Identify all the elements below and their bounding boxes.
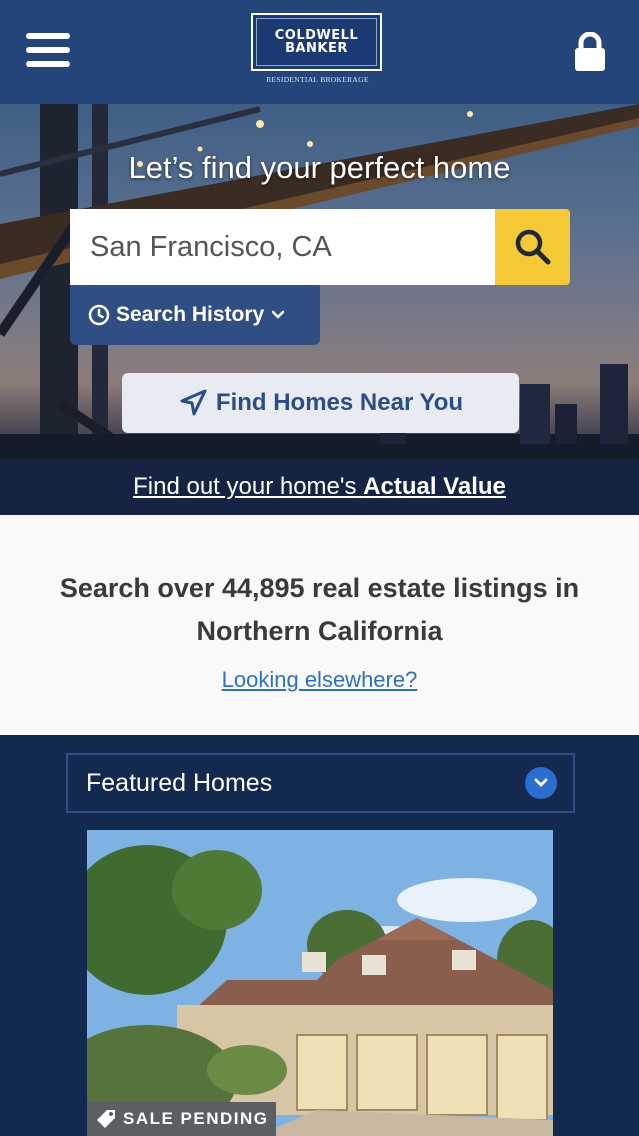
chevron-down-icon — [271, 310, 285, 319]
featured-home-card[interactable]: SALE PENDING — [87, 830, 553, 1136]
search-history-label: Search History — [116, 303, 265, 326]
sale-pending-badge: SALE PENDING — [87, 1102, 276, 1136]
hero-title: Let’s find your perfect home — [128, 150, 511, 185]
sale-pending-label: SALE PENDING — [123, 1109, 269, 1128]
find-homes-near-you-button[interactable]: Find Homes Near You — [122, 373, 519, 433]
listings-info-section: Search over 44,895 real estate listings … — [0, 515, 639, 735]
looking-elsewhere-link[interactable]: Looking elsewhere? — [0, 667, 639, 693]
house-photo — [87, 830, 553, 1136]
search-history-button[interactable]: Search History — [70, 285, 320, 345]
logo-subtitle: RESIDENTIAL BROKERAGE — [266, 75, 369, 84]
featured-homes-dropdown[interactable]: Featured Homes — [66, 753, 575, 813]
hero-section: Let’s find your perfect home Search Hist… — [0, 104, 639, 515]
clock-icon — [88, 304, 110, 326]
hamburger-menu-icon[interactable] — [26, 33, 72, 67]
featured-section: Featured Homes SALE PENDING — [0, 735, 639, 1136]
actual-value-bold: Actual Value — [363, 473, 506, 500]
actual-value-link[interactable]: Find out your home's Actual Value — [133, 473, 506, 501]
logo-line-2: BANKER — [285, 41, 348, 56]
location-search-input[interactable] — [70, 209, 496, 285]
search-icon — [515, 229, 550, 265]
tag-icon — [97, 1110, 115, 1128]
featured-homes-label: Featured Homes — [86, 768, 273, 797]
find-homes-near-you-label: Find Homes Near You — [215, 389, 464, 416]
lock-icon[interactable] — [573, 31, 607, 72]
actual-value-prefix: Find out your home's — [133, 473, 364, 500]
chevron-down-icon — [525, 767, 557, 799]
coldwell-banker-logo[interactable]: COLDWELL BANKER RESIDENTIAL BROKERAGE — [251, 13, 384, 90]
actual-value-bar: Find out your home's Actual Value — [0, 459, 639, 515]
top-bar: COLDWELL BANKER RESIDENTIAL BROKERAGE — [0, 0, 639, 104]
listings-count-text: Search over 44,895 real estate listings … — [59, 573, 580, 646]
search-button[interactable] — [495, 209, 570, 285]
location-arrow-icon — [180, 389, 207, 416]
